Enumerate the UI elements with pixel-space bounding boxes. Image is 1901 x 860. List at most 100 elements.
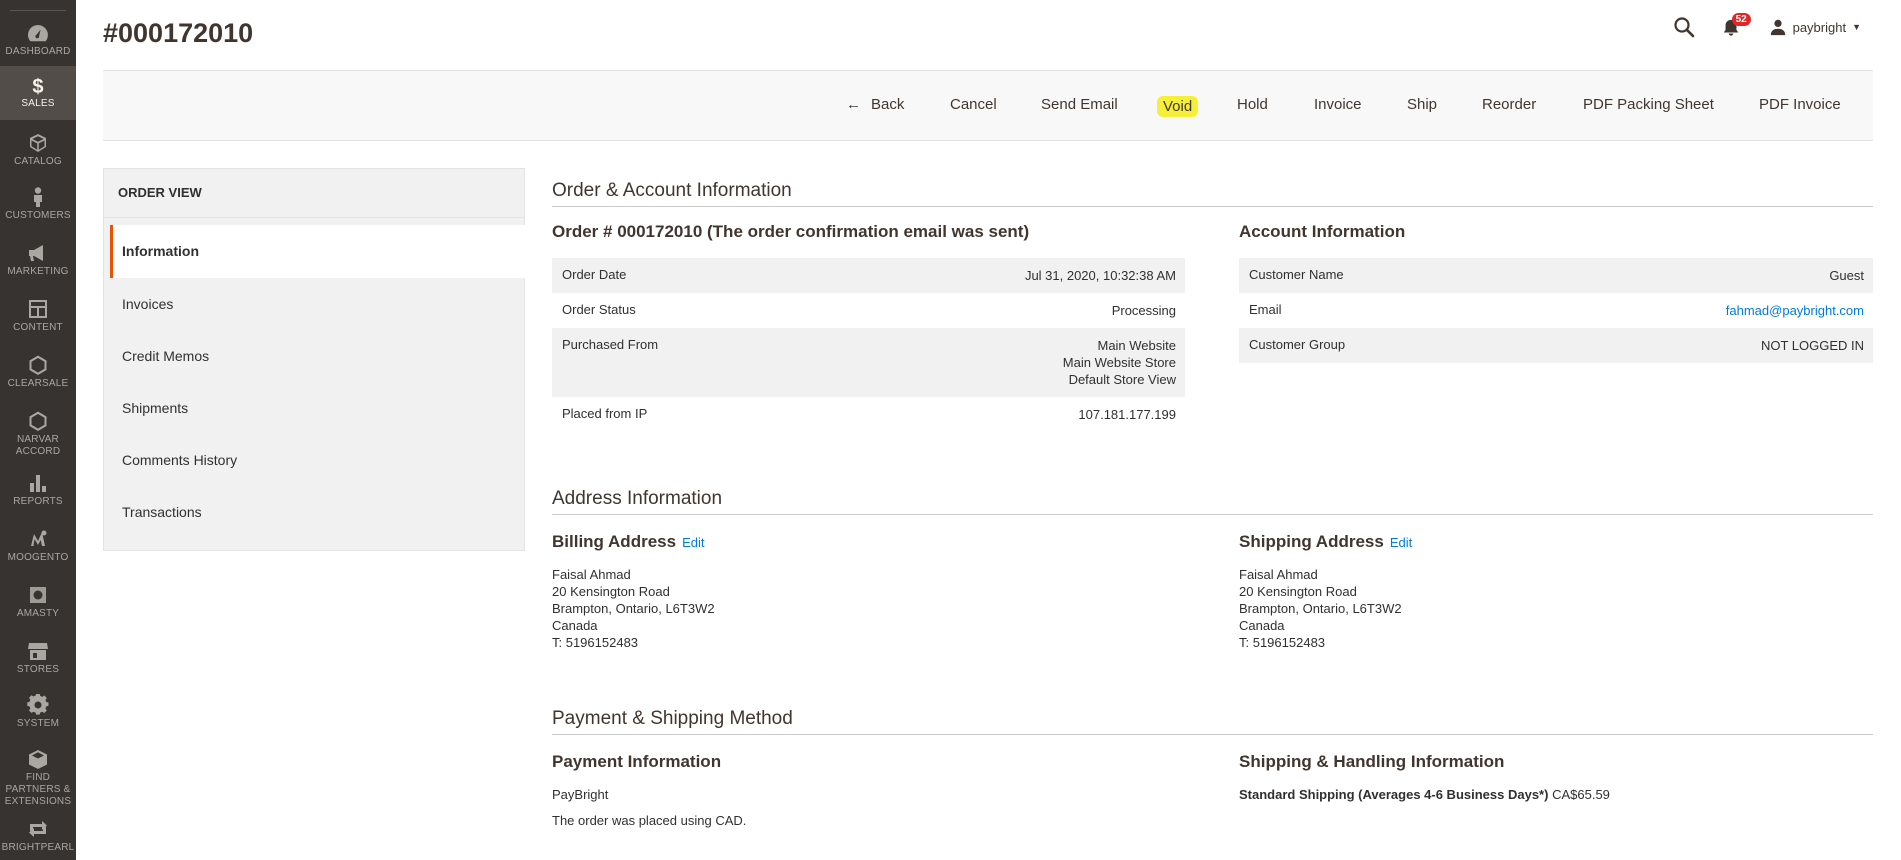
billing-address-title: Billing Address Edit xyxy=(552,532,704,552)
section-title-address: Address Information xyxy=(552,488,723,509)
user-menu[interactable]: paybright ▼ xyxy=(1769,18,1861,36)
table-row: Placed from IP 107.181.177.199 xyxy=(552,397,1185,432)
back-label: Back xyxy=(871,96,905,113)
svg-text:$: $ xyxy=(32,76,43,96)
page-actions-toolbar: ← Back Cancel Send Email Void Hold Invoic… xyxy=(103,70,1873,141)
store-line: Main Website Store xyxy=(1062,355,1176,370)
section-title-order-account: Order & Account Information xyxy=(552,180,792,201)
pdf-invoice-button[interactable]: PDF Invoice xyxy=(1759,96,1841,113)
nav-content[interactable]: CONTENT xyxy=(0,298,76,334)
nav-label: STORES xyxy=(16,664,60,675)
address-line: Faisal Ahmad xyxy=(552,567,631,582)
admin-menu: DASHBOARD $ SALES CATALOG CUSTOMERS MARK… xyxy=(0,0,76,860)
megaphone-icon xyxy=(29,245,43,261)
edit-billing-link[interactable]: Edit xyxy=(682,535,704,550)
store-icon xyxy=(28,643,48,660)
nav-find-partners[interactable]: FIND PARTNERS & EXTENSIONS xyxy=(0,748,76,807)
email-link[interactable]: fahmad@paybright.com xyxy=(1726,303,1864,318)
nav-label: CATALOG xyxy=(14,156,62,167)
row-value: Processing xyxy=(1111,303,1176,318)
account-info-table: Customer Name Guest Email fahmad@paybrig… xyxy=(1239,258,1873,363)
cancel-button[interactable]: Cancel xyxy=(950,96,997,113)
invoice-button[interactable]: Invoice xyxy=(1314,96,1362,113)
address-line: 20 Kensington Road xyxy=(552,584,670,599)
nav-clearsale[interactable]: CLEARSALE xyxy=(0,354,76,390)
tab-information[interactable]: Information xyxy=(110,225,526,278)
address-line: Canada xyxy=(1239,618,1285,633)
address-line: Faisal Ahmad xyxy=(1239,567,1318,582)
address-line: T: 5196152483 xyxy=(1239,635,1326,650)
hexagon-icon xyxy=(29,355,47,375)
nav-sales[interactable]: $ SALES xyxy=(0,66,76,120)
nav-label: REPORTS xyxy=(13,496,63,507)
back-button[interactable]: ← Back xyxy=(846,96,904,113)
notification-count-badge: 52 xyxy=(1731,13,1751,26)
tab-transactions[interactable]: Transactions xyxy=(122,504,202,520)
currency-note: The order was placed using CAD. xyxy=(552,813,747,828)
tab-comments-history[interactable]: Comments History xyxy=(122,452,237,468)
hold-button[interactable]: Hold xyxy=(1237,96,1268,113)
void-button[interactable]: Void xyxy=(1157,96,1199,117)
shipping-address-title: Shipping Address Edit xyxy=(1239,532,1412,552)
shipping-address: Faisal Ahmad 20 Kensington Road Brampton… xyxy=(1239,566,1402,651)
address-line: T: 5196152483 xyxy=(552,635,639,650)
account-title: Account Information xyxy=(1239,222,1406,241)
notifications-button[interactable]: 52 xyxy=(1721,13,1751,38)
row-label: Email xyxy=(1249,302,1282,317)
nav-moogento[interactable]: MOOGENTO xyxy=(0,528,76,564)
nav-label: CONTENT xyxy=(13,322,63,333)
tab-label: Information xyxy=(122,243,199,259)
nav-marketing[interactable]: MARKETING xyxy=(0,242,76,278)
row-label: Customer Group xyxy=(1249,337,1346,352)
row-value: Main Website Main Website Store Default … xyxy=(1063,337,1176,388)
nav-label: SYSTEM xyxy=(16,718,60,729)
cube-icon xyxy=(30,134,46,152)
nav-dashboard[interactable]: DASHBOARD xyxy=(0,22,76,58)
hexagon-icon xyxy=(29,411,47,431)
store-line: Default Store View xyxy=(1068,372,1176,387)
table-row: Customer Name Guest xyxy=(1239,258,1873,293)
order-view-tabs: ORDER VIEW Information Invoices Credit M… xyxy=(103,168,526,551)
shipping-method: Standard Shipping (Averages 4-6 Business… xyxy=(1239,787,1549,802)
tab-credit-memos[interactable]: Credit Memos xyxy=(122,348,209,364)
amasty-icon xyxy=(30,587,46,603)
reorder-button[interactable]: Reorder xyxy=(1482,96,1536,113)
tab-invoices[interactable]: Invoices xyxy=(122,296,173,312)
row-value: 107.181.177.199 xyxy=(1078,407,1176,422)
moogento-icon xyxy=(31,530,47,546)
nav-customers[interactable]: CUSTOMERS xyxy=(0,186,76,222)
row-value: Guest xyxy=(1829,268,1864,283)
store-line: Main Website xyxy=(1097,338,1176,353)
dashboard-icon xyxy=(28,25,48,42)
tab-shipments[interactable]: Shipments xyxy=(122,400,188,416)
header-actions: 52 paybright ▼ xyxy=(1673,13,1861,40)
nav-label: SALES xyxy=(21,98,55,109)
menu-top-divider xyxy=(10,10,66,11)
shipping-method-info: Standard Shipping (Averages 4-6 Business… xyxy=(1239,787,1610,802)
nav-reports[interactable]: REPORTS xyxy=(0,472,76,508)
ship-button[interactable]: Ship xyxy=(1407,96,1437,113)
user-icon xyxy=(1770,19,1785,36)
search-button[interactable] xyxy=(1673,16,1695,38)
nav-system[interactable]: SYSTEM xyxy=(0,694,76,730)
section-divider xyxy=(552,734,1873,735)
shipping-title-text: Shipping Address xyxy=(1239,532,1384,551)
pdf-packing-sheet-button[interactable]: PDF Packing Sheet xyxy=(1583,96,1714,113)
table-row: Order Status Processing xyxy=(552,293,1185,328)
nav-stores[interactable]: STORES xyxy=(0,640,76,676)
nav-narvar-accord[interactable]: NARVAR ACCORD xyxy=(0,410,76,458)
nav-label: DASHBOARD xyxy=(5,46,71,57)
chevron-down-icon: ▼ xyxy=(1852,22,1861,32)
page-title: #000172010 xyxy=(103,18,254,48)
address-line: Canada xyxy=(552,618,598,633)
edit-shipping-link[interactable]: Edit xyxy=(1390,535,1412,550)
nav-catalog[interactable]: CATALOG xyxy=(0,132,76,168)
nav-brightpearl[interactable]: BRIGHTPEARL xyxy=(0,818,76,854)
send-email-button[interactable]: Send Email xyxy=(1041,96,1118,113)
dollar-icon: $ xyxy=(32,76,43,96)
nav-label: MOOGENTO xyxy=(7,552,69,563)
row-value: NOT LOGGED IN xyxy=(1760,338,1864,353)
nav-amasty[interactable]: AMASTY xyxy=(0,584,76,620)
table-row: Order Date Jul 31, 2020, 10:32:38 AM xyxy=(552,258,1185,293)
shipping-handling-title: Shipping & Handling Information xyxy=(1239,752,1505,771)
